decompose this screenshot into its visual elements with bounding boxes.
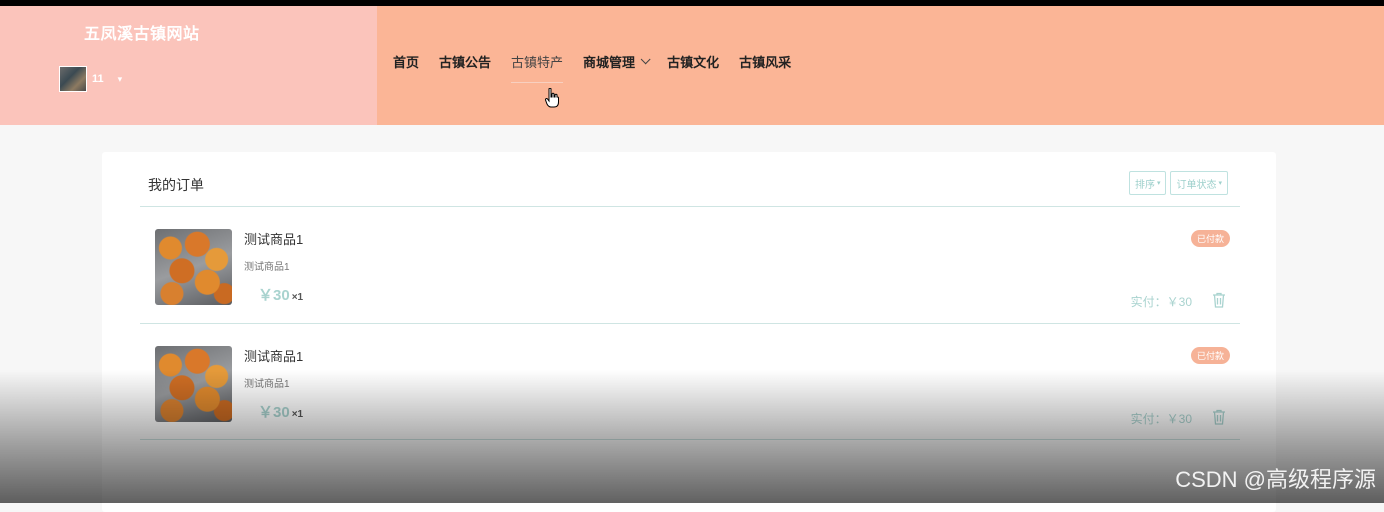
paid-amount: 实付：￥30 <box>1130 295 1192 309</box>
product-description: 测试商品1 <box>244 379 290 390</box>
sort-dropdown[interactable]: 排序 ▾ <box>1128 171 1167 195</box>
product-price: ￥30 ×1 <box>258 401 303 422</box>
product-name[interactable]: 测试商品1 <box>244 229 303 248</box>
orders-panel: 我的订单 排序 ▾ 订单状态 ▾ 测试商品1 测试商品1 ￥30 ×1 已付款 实… <box>102 152 1276 512</box>
product-image[interactable] <box>155 229 232 305</box>
nav-item-home[interactable]: 首页 <box>393 52 419 71</box>
product-price: ￥30 ×1 <box>258 284 303 305</box>
order-status-label[interactable]: 订单状态 <box>1176 176 1216 191</box>
chevron-down-icon[interactable] <box>640 54 651 65</box>
product-description: 测试商品1 <box>244 262 290 273</box>
price-value: ￥30 <box>258 287 290 304</box>
caret-down-icon[interactable]: ▾ <box>118 74 123 85</box>
status-badge: 已付款 <box>1190 230 1230 247</box>
nav-item-label[interactable]: 商城管理 <box>583 52 635 71</box>
order-status-dropdown[interactable]: 订单状态 ▾ <box>1170 171 1228 195</box>
product-name[interactable]: 测试商品1 <box>244 346 303 365</box>
page-title: 我的订单 <box>148 177 204 193</box>
watermark: CSDN @高级程序源 <box>1175 467 1376 492</box>
nav-item-culture[interactable]: 古镇文化 <box>667 52 719 71</box>
site-header: 五凤溪古镇网站 11 ▾ 首页 古镇公告 古镇特产 商城管理 古镇文化 古镇风采 <box>0 6 1384 125</box>
quantity: ×1 <box>291 409 304 420</box>
brand-area: 五凤溪古镇网站 11 ▾ <box>0 6 377 125</box>
user-menu[interactable]: 11 ▾ <box>59 66 122 92</box>
divider <box>140 439 1240 440</box>
trash-icon[interactable] <box>1212 409 1226 425</box>
main-nav: 首页 古镇公告 古镇特产 商城管理 古镇文化 古镇风采 <box>393 52 811 83</box>
caret-down-icon[interactable]: ▾ <box>1157 179 1161 187</box>
trash-icon[interactable] <box>1212 292 1226 308</box>
order-item[interactable]: 测试商品1 测试商品1 ￥30 ×1 已付款 实付：￥30 <box>140 324 1240 440</box>
quantity: ×1 <box>291 292 304 303</box>
nav-item-scenery[interactable]: 古镇风采 <box>739 52 791 71</box>
paid-amount: 实付：￥30 <box>1130 412 1192 426</box>
nav-item-specialties[interactable]: 古镇特产 <box>511 52 564 83</box>
order-item[interactable]: 测试商品1 测试商品1 ￥30 ×1 已付款 实付：￥30 <box>140 207 1240 323</box>
price-value: ￥30 <box>258 404 290 421</box>
product-image[interactable] <box>155 346 232 422</box>
sort-label[interactable]: 排序 <box>1135 176 1155 191</box>
user-name[interactable]: 11 <box>92 73 104 85</box>
caret-down-icon[interactable]: ▾ <box>1218 179 1222 187</box>
nav-item-announcements[interactable]: 古镇公告 <box>439 52 491 71</box>
nav-item-mall-management[interactable]: 商城管理 <box>583 52 651 71</box>
avatar[interactable] <box>59 66 87 92</box>
status-badge: 已付款 <box>1190 347 1230 364</box>
site-title: 五凤溪古镇网站 <box>84 26 200 43</box>
hand-cursor-icon <box>545 88 559 108</box>
filter-bar: 排序 ▾ 订单状态 ▾ <box>1125 171 1228 195</box>
